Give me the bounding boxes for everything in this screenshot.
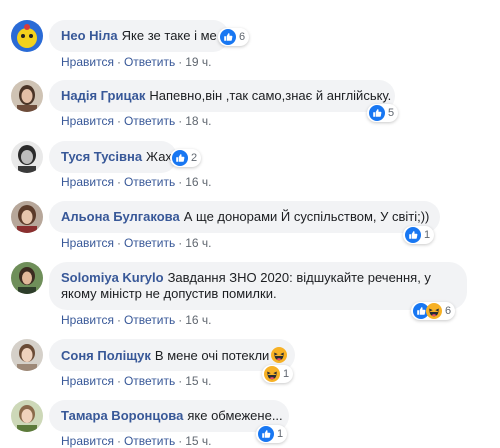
avatar-image [11,339,43,371]
comment-timestamp[interactable]: 16 ч. [185,313,211,327]
comment-actions: Нравится · Ответить · 18 ч. [61,114,212,128]
like-icon [369,105,385,121]
comment-timestamp[interactable]: 15 ч. [185,434,211,448]
comment-bubble: Нео Ніла Яке зе таке і ме [49,20,229,52]
separator: · [178,55,183,69]
comment-author[interactable]: Solomiya Kurylo [61,270,164,285]
comment-bubble: Надія Грицак Напевно,він ,так само,знає й… [49,80,395,112]
reactions-badge[interactable]: 2 [170,149,202,167]
comment-author[interactable]: Надія Грицак [61,88,145,103]
avatar-image [11,400,43,432]
reaction-count: 1 [283,368,290,380]
reaction-count: 5 [388,107,395,119]
like-icon [405,227,421,243]
comment-text: А ще донорами Й суспільством, У світі;)) [183,209,430,224]
separator: · [116,175,121,189]
reply-link[interactable]: Ответить [124,434,175,448]
comment-bubble: Альона Булгакова А ще донорами Й суспільс… [49,201,440,233]
separator: · [178,114,183,128]
avatar[interactable] [11,400,43,432]
reaction-count: 1 [424,229,431,241]
like-icon [220,29,236,45]
comment-text: В мене очі потекли [154,348,270,363]
comment-author[interactable]: Нео Ніла [61,28,118,43]
separator: · [116,434,121,448]
comment-actions: Нравится · Ответить · 16 ч. [61,175,212,189]
comment-timestamp[interactable]: 18 ч. [185,114,211,128]
reply-link[interactable]: Ответить [124,175,175,189]
reactions-badge[interactable]: 1 [256,425,288,443]
separator: · [116,374,121,388]
comment-author[interactable]: Туся Тусівна [61,149,142,164]
like-icon [172,150,188,166]
comment-actions: Нравится · Ответить · 16 ч. [61,236,212,250]
reactions-badge[interactable]: 1 [262,365,294,383]
comment-actions: Нравится · Ответить · 15 ч. [61,434,212,448]
avatar-image [11,141,43,173]
avatar[interactable] [11,201,43,233]
comment-author[interactable]: Альона Булгакова [61,209,180,224]
separator: · [178,313,183,327]
like-icon [258,426,274,442]
comment-text: яке обмежене... [187,408,283,423]
separator: · [178,374,183,388]
comment-bubble: Соня Поліщук В мене очі потекли [49,339,295,371]
like-link[interactable]: Нравится [61,374,114,388]
comment-actions: Нравится · Ответить · 16 ч. [61,313,212,327]
reply-link[interactable]: Ответить [124,374,175,388]
reaction-count: 6 [239,31,246,43]
comment-bubble: Туся Тусівна Жах. [49,141,177,173]
comment-timestamp[interactable]: 19 ч. [185,55,211,69]
separator: · [116,236,121,250]
separator: · [178,175,183,189]
avatar-image [11,20,43,52]
reply-link[interactable]: Ответить [124,313,175,327]
comment-timestamp[interactable]: 16 ч. [185,175,211,189]
like-link[interactable]: Нравится [61,55,114,69]
comment-timestamp[interactable]: 15 ч. [185,374,211,388]
reaction-count: 2 [191,152,198,164]
reply-link[interactable]: Ответить [124,114,175,128]
comment-timestamp[interactable]: 16 ч. [185,236,211,250]
avatar[interactable] [11,20,43,52]
like-link[interactable]: Нравится [61,434,114,448]
avatar-image [11,80,43,112]
separator: · [116,313,121,327]
avatar[interactable] [11,141,43,173]
separator: · [116,114,121,128]
comment-bubble: Solomiya Kurylo Завдання ЗНО 2020: відшук… [49,262,467,310]
comment-author[interactable]: Соня Поліщук [61,348,151,363]
like-link[interactable]: Нравится [61,175,114,189]
like-link[interactable]: Нравится [61,114,114,128]
comments-feed: Нео Ніла Яке зе таке і ме 6 Нравится · Отве… [0,0,500,448]
like-link[interactable]: Нравится [61,236,114,250]
comment-actions: Нравится · Ответить · 15 ч. [61,374,212,388]
reactions-badge[interactable]: 1 [403,226,435,244]
avatar[interactable] [11,80,43,112]
comment-actions: Нравится · Ответить · 19 ч. [61,55,212,69]
haha-icon [264,366,280,382]
avatar[interactable] [11,339,43,371]
reactions-badge[interactable]: 6 [218,28,250,46]
avatar-image [11,201,43,233]
laughing-emoji-icon [271,347,287,363]
comment-author[interactable]: Тамара Воронцова [61,408,183,423]
like-link[interactable]: Нравится [61,313,114,327]
comment-text: Напевно,він ,так само,знає й англійську. [149,88,392,103]
haha-icon [426,303,442,319]
reaction-count: 1 [277,428,284,440]
separator: · [178,236,183,250]
avatar[interactable] [11,262,43,294]
separator: · [116,55,121,69]
reactions-badge[interactable]: 6 [411,302,456,320]
separator: · [178,434,183,448]
comment-text: Яке зе таке і ме [121,28,217,43]
reply-link[interactable]: Ответить [124,236,175,250]
reactions-badge[interactable]: 5 [367,104,399,122]
reply-link[interactable]: Ответить [124,55,175,69]
avatar-image [11,262,43,294]
reaction-count: 6 [445,305,452,317]
comment-bubble: Тамара Воронцова яке обмежене... [49,400,289,432]
